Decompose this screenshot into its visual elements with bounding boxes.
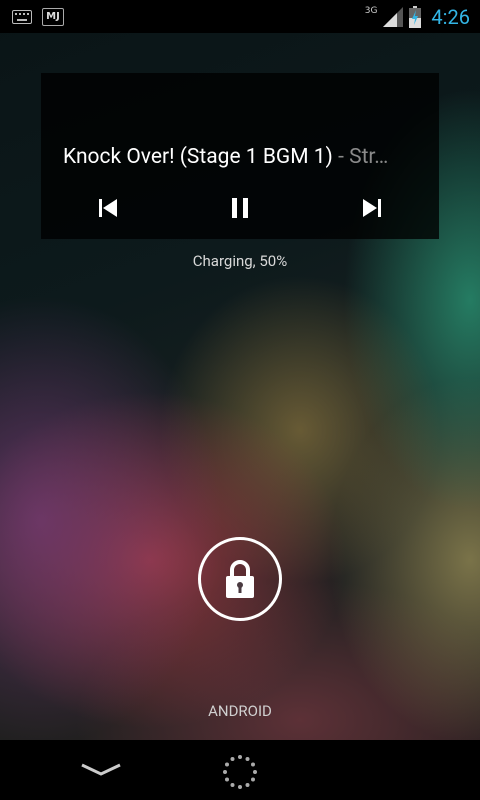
track-info: Knock Over! (Stage 1 BGM 1) - Str… <box>63 145 423 169</box>
lock-icon <box>226 560 254 598</box>
status-clock: 4:26 <box>431 4 470 29</box>
keyboard-icon <box>12 9 32 24</box>
previous-track-button[interactable] <box>93 193 123 223</box>
pause-button[interactable] <box>225 193 255 223</box>
charging-status: Charging, 50% <box>192 252 288 270</box>
battery-charging-icon <box>409 5 422 28</box>
chevron-down-icon[interactable] <box>80 762 122 778</box>
next-track-button[interactable] <box>357 193 387 223</box>
spinner-icon <box>223 755 257 789</box>
pause-icon <box>232 198 248 218</box>
track-artist: - Str… <box>332 145 389 169</box>
previous-icon <box>99 199 117 217</box>
mj-app-icon: MJ <box>42 7 64 26</box>
unlock-handle[interactable] <box>198 537 282 621</box>
playback-controls <box>41 193 439 223</box>
carrier-label: ANDROID <box>208 702 272 720</box>
next-icon <box>363 199 381 217</box>
network-type-label: 3G <box>364 5 378 16</box>
status-bar: MJ 3G 4:26 <box>0 0 480 33</box>
signal-strength-icon <box>383 6 404 27</box>
music-widget[interactable]: Knock Over! (Stage 1 BGM 1) - Str… <box>41 73 439 239</box>
track-title: Knock Over! (Stage 1 BGM 1) <box>63 145 333 169</box>
